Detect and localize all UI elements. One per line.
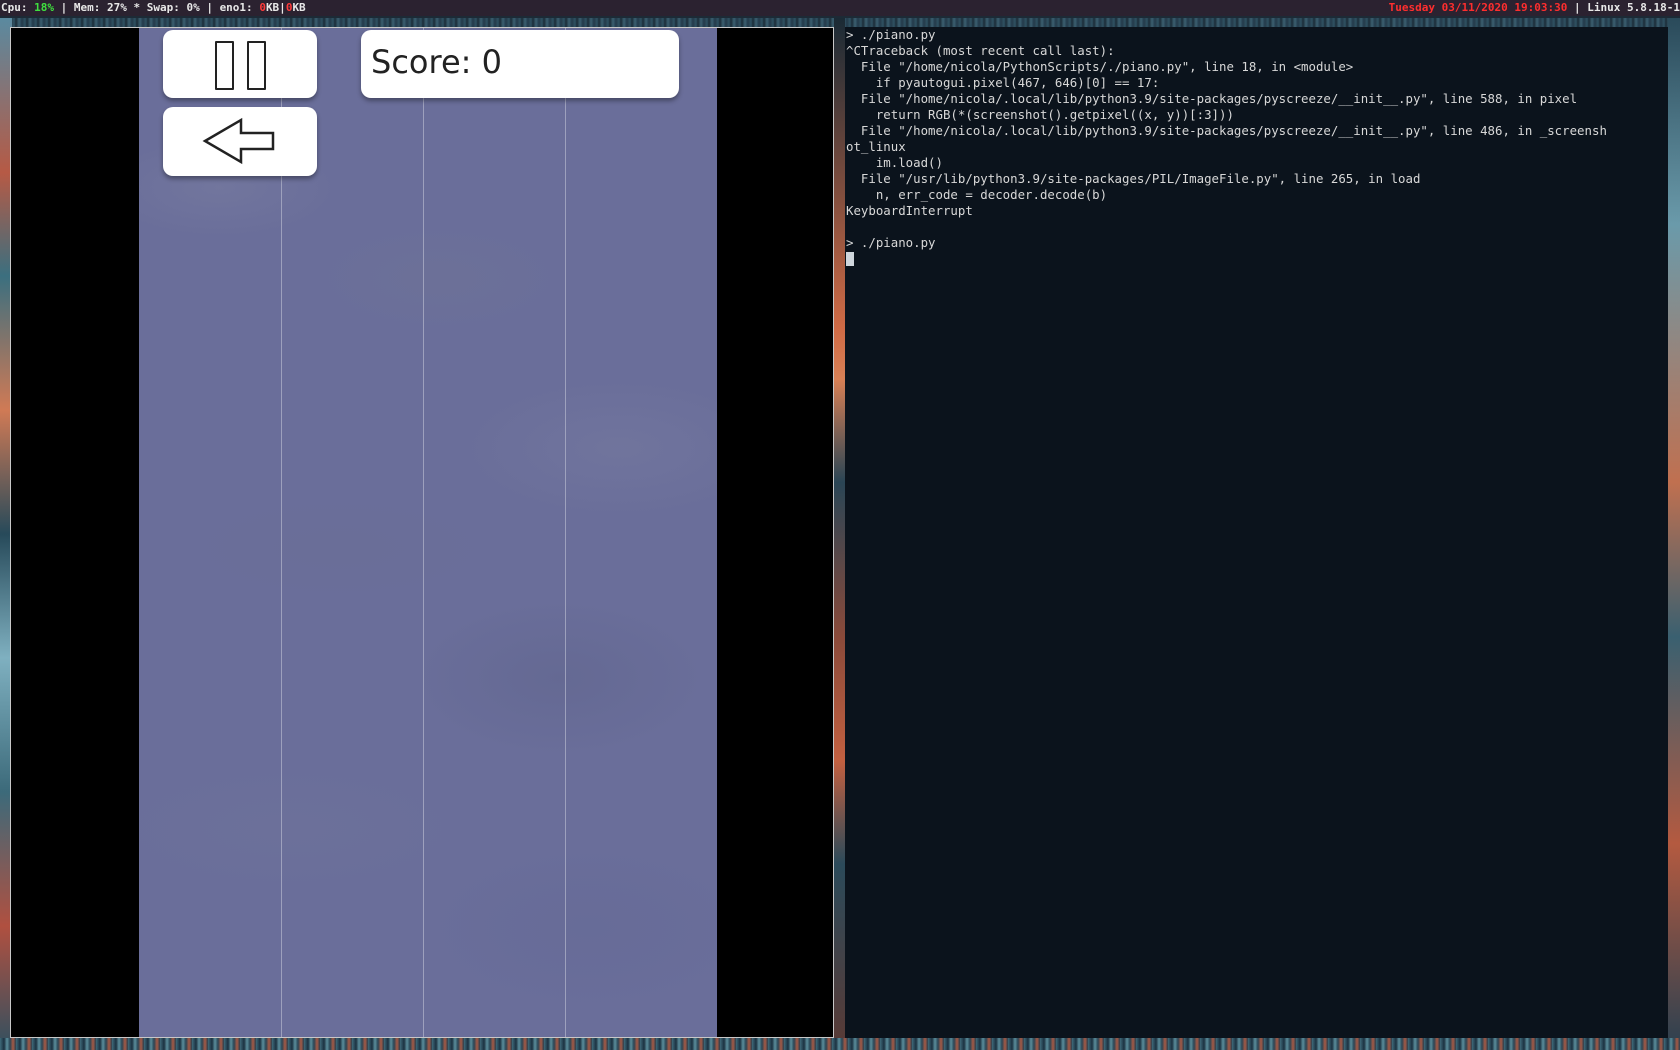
- terminal-line: File "/usr/lib/python3.9/site-packages/P…: [846, 171, 1421, 186]
- game-playfield[interactable]: [139, 28, 717, 1037]
- terminal-line: KeyboardInterrupt: [846, 203, 973, 218]
- net-unit: KB: [292, 1, 306, 14]
- wallpaper-edge-right: [1668, 18, 1680, 1050]
- piano-tiles-game-window[interactable]: Score: 0: [10, 27, 834, 1038]
- terminal-cursor: [846, 252, 854, 266]
- terminal-prompt-line[interactable]: [846, 251, 1668, 267]
- terminal-line: > ./piano.py: [846, 27, 936, 42]
- terminal-line: ot_linux: [846, 139, 906, 154]
- cpu-value: 18%: [34, 1, 54, 14]
- back-button[interactable]: [163, 107, 317, 176]
- terminal-line: File "/home/nicola/PythonScripts/./piano…: [846, 59, 1354, 74]
- score-display: Score: 0: [361, 30, 679, 98]
- pause-button[interactable]: [163, 30, 317, 98]
- net-separator: KB|: [265, 1, 286, 14]
- lane-divider: [565, 28, 566, 1037]
- net-down-value: 0: [259, 1, 266, 14]
- terminal-line: File "/home/nicola/.local/lib/python3.9/…: [846, 123, 1607, 138]
- mem-swap-net-label: | Mem: 27% * Swap: 0% | eno1:: [54, 1, 260, 14]
- wallpaper-gap: [834, 18, 845, 1050]
- terminal-line: File "/home/nicola/.local/lib/python3.9/…: [846, 91, 1578, 106]
- wallpaper-edge-bottom: [0, 1038, 1680, 1050]
- lane-divider: [423, 28, 424, 1037]
- terminal-window[interactable]: > ./piano.py ^CTraceback (most recent cal…: [845, 27, 1668, 1038]
- clock-and-kernel: Tuesday 03/11/2020 19:03:30 | Linux 5.8.…: [1389, 0, 1680, 16]
- terminal-line: return RGB(*(screenshot().getpixel((x, y…: [846, 107, 1234, 122]
- terminal-line: im.load(): [846, 155, 943, 170]
- system-stats: Cpu: 18% | Mem: 27% * Swap: 0% | eno1: 0…: [1, 0, 306, 16]
- lane-divider: [281, 28, 282, 1037]
- score-label: Score: 0: [371, 43, 502, 81]
- terminal-line: n, err_code = decoder.decode(b): [846, 187, 1108, 202]
- cpu-label: Cpu:: [1, 1, 35, 14]
- terminal-line: if pyautogui.pixel(467, 646)[0] == 17:: [846, 75, 1160, 90]
- kernel-version: | Linux 5.8.18-1: [1567, 1, 1680, 14]
- terminal-line: ^CTraceback (most recent call last):: [846, 43, 1115, 58]
- clock: Tuesday 03/11/2020 19:03:30: [1388, 1, 1568, 14]
- terminal-output: > ./piano.py ^CTraceback (most recent cal…: [846, 27, 1668, 251]
- status-bar: Cpu: 18% | Mem: 27% * Swap: 0% | eno1: 0…: [0, 0, 1680, 16]
- terminal-line: > ./piano.py: [846, 235, 936, 250]
- back-arrow-icon: [202, 117, 275, 165]
